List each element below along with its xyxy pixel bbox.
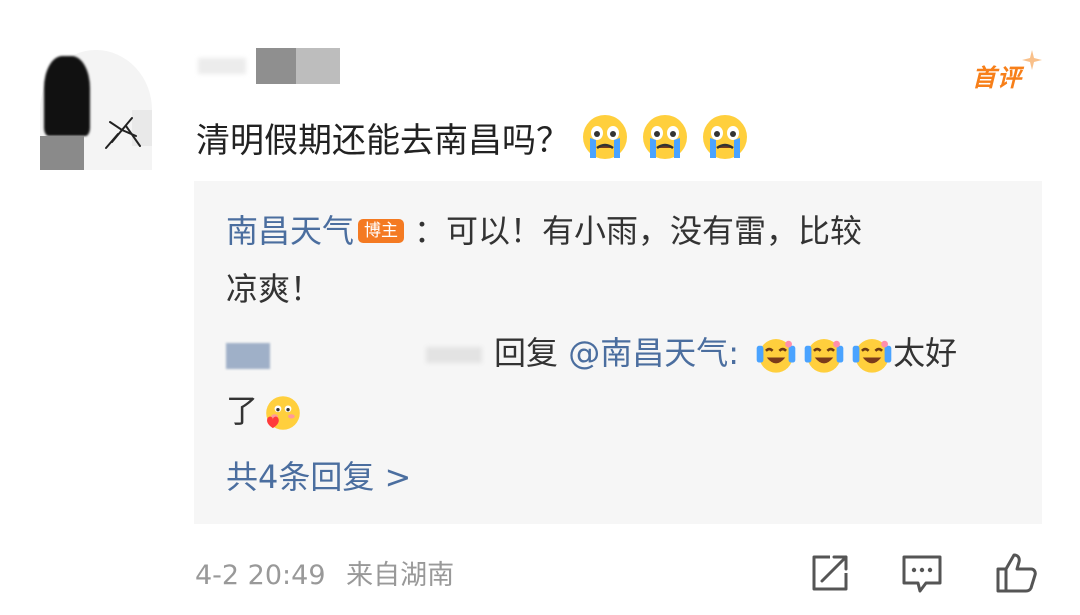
share-button[interactable]: [806, 549, 854, 597]
user-reply-text: 太好: [893, 334, 958, 372]
crying-face-emoji: [580, 112, 630, 162]
tears-of-joy-emoji: [803, 334, 845, 376]
like-icon: [996, 553, 1037, 593]
user-reply-line2: 了: [226, 387, 304, 435]
like-button[interactable]: [992, 549, 1040, 597]
more-replies-link[interactable]: 共4条回复 >: [226, 453, 411, 501]
blogger-reply-line2: 凉爽！: [226, 265, 322, 313]
comment-body: 清明假期还能去南昌吗？: [196, 112, 750, 162]
avatar[interactable]: [40, 50, 152, 170]
comment-icon: [902, 555, 942, 593]
comment-button[interactable]: [898, 549, 946, 597]
comment-meta: 4-2 20:49 来自湖南: [195, 553, 454, 592]
crying-face-emoji: [700, 112, 750, 162]
crying-face-emoji: [640, 112, 690, 162]
comment-time: 4-2 20:49: [195, 560, 326, 591]
blogger-reply-text-cont: 凉爽！: [226, 270, 323, 308]
blogger-reply-text: ：可以！有小雨，没有雷，比较: [414, 212, 863, 250]
blogger-name-link[interactable]: 南昌天气: [226, 212, 354, 250]
username-redacted[interactable]: [198, 46, 348, 86]
tears-of-joy-emoji: [851, 334, 893, 376]
share-icon: [812, 555, 848, 591]
reply-word: 回复: [494, 334, 559, 372]
first-comment-label: 首评: [972, 64, 1022, 92]
mention-link[interactable]: @南昌天气: [568, 334, 728, 372]
reply-box[interactable]: 南昌天气 博主 ：可以！有小雨，没有雷，比较 凉爽！ 回复 @南昌天气: 太好 …: [194, 181, 1042, 524]
mosquito-drawing: [105, 117, 141, 149]
blushing-heart-emoji: [262, 392, 304, 434]
replier-name-redacted[interactable]: [226, 335, 494, 375]
user-reply-line1: 回复 @南昌天气: 太好: [226, 329, 957, 377]
blogger-badge: 博主: [358, 219, 405, 243]
mention-colon: :: [728, 334, 739, 372]
user-reply-text-cont: 了: [226, 392, 259, 430]
first-comment-badge: 首评: [966, 50, 1046, 96]
sparkle-icon: [1022, 50, 1042, 70]
comment-text: 清明假期还能去南昌吗？: [196, 120, 570, 161]
tears-of-joy-emoji: [755, 334, 797, 376]
blogger-reply-line1: 南昌天气 博主 ：可以！有小雨，没有雷，比较: [226, 207, 862, 255]
comment-source: 来自湖南: [346, 560, 455, 591]
